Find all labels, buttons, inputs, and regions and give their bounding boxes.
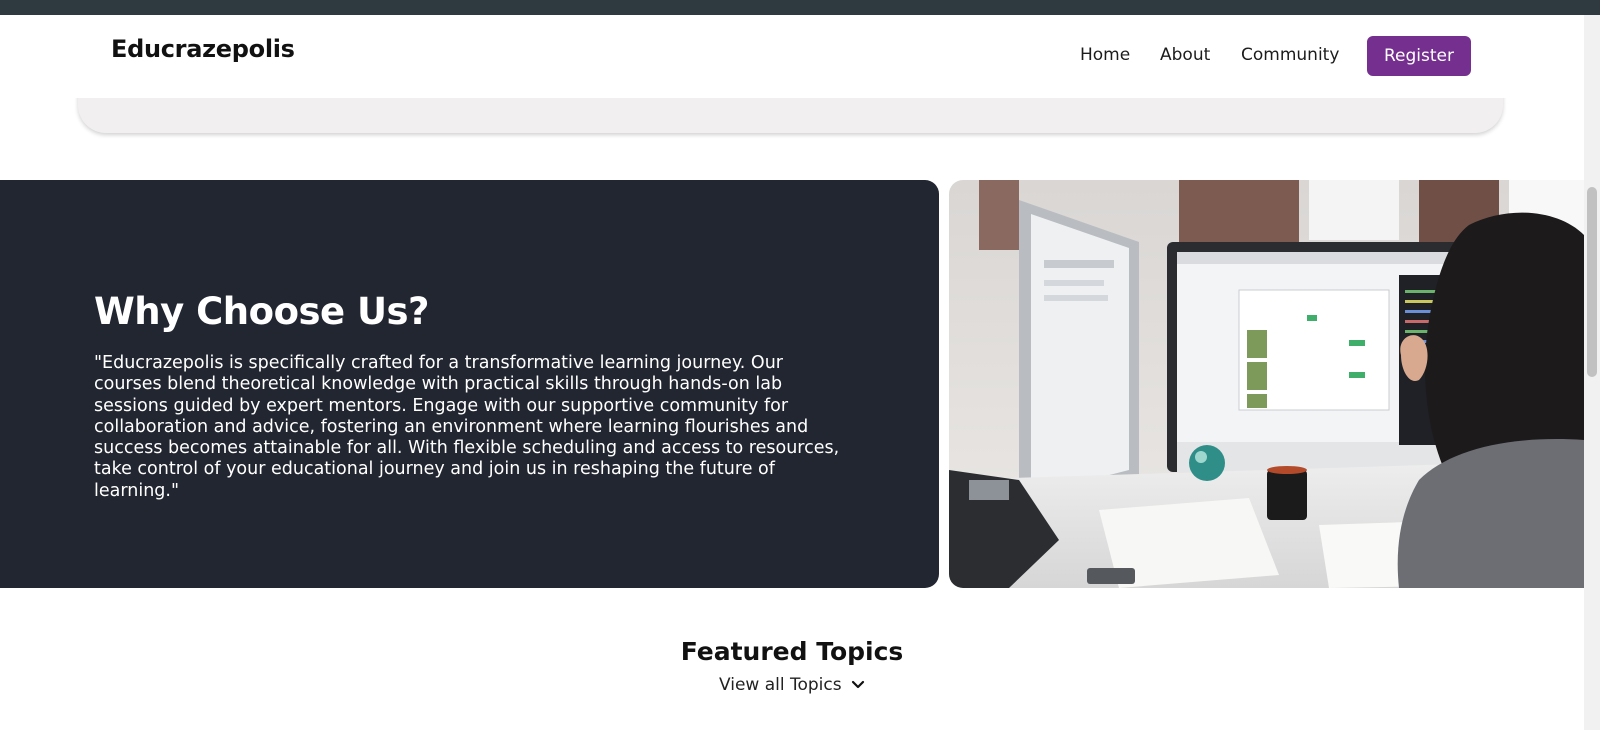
register-button[interactable]: Register	[1367, 36, 1471, 76]
why-choose-us-text: "Educrazepolis is specifically crafted f…	[94, 353, 840, 501]
navbar: Educrazepolis Home About Community Regis…	[0, 15, 1584, 98]
view-all-topics-label: View all Topics	[718, 675, 842, 695]
why-choose-us-title: Why Choose Us?	[94, 290, 430, 333]
office-workspace-image	[949, 180, 1584, 588]
browser-toolbar-strip	[0, 0, 1600, 15]
nav-about-link[interactable]: About	[1160, 45, 1210, 65]
site-logo[interactable]: Educrazepolis	[111, 35, 295, 63]
page: Educrazepolis Home About Community Regis…	[0, 15, 1584, 730]
why-choose-us-panel: Why Choose Us? "Educrazepolis is specifi…	[0, 180, 939, 588]
nav-home-link[interactable]: Home	[1080, 45, 1130, 65]
nav-community-link[interactable]: Community	[1241, 45, 1339, 65]
featured-topics-title: Featured Topics	[680, 637, 904, 666]
scrollbar-thumb[interactable]	[1587, 187, 1597, 377]
page-scrollbar[interactable]	[1584, 15, 1600, 730]
chevron-down-icon	[851, 675, 865, 695]
view-all-topics-link[interactable]: View all Topics	[0, 675, 1584, 695]
